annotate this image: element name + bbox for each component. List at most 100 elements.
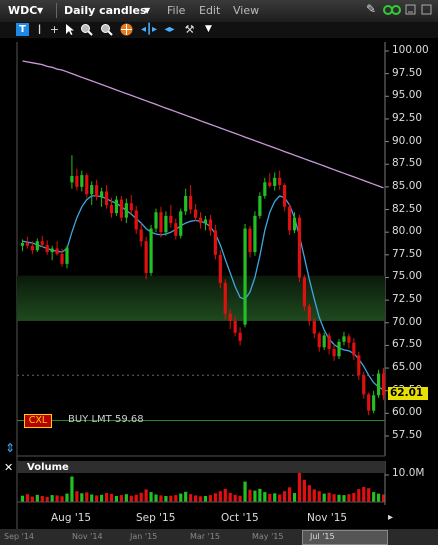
link-icon[interactable] xyxy=(383,4,401,19)
minimize-icon[interactable] xyxy=(405,4,416,18)
volume-bar xyxy=(317,491,321,502)
y-tick-label: 57.50 xyxy=(392,429,423,441)
close-icon[interactable]: ✕ xyxy=(4,461,13,474)
volume-bar xyxy=(302,479,306,502)
toolbar-dropdown-icon[interactable]: ▼ xyxy=(202,23,215,36)
candle-body xyxy=(104,191,109,205)
moving-average-line xyxy=(22,60,384,189)
volume-tick: 10.0M xyxy=(392,467,425,479)
candle-body xyxy=(75,176,79,187)
candle-body xyxy=(159,212,163,233)
candle-body xyxy=(174,223,178,236)
candle-body xyxy=(357,355,361,376)
volume-bar xyxy=(169,495,173,502)
volume-bar xyxy=(203,496,208,502)
arrows-icon[interactable]: ◂▸ xyxy=(163,23,176,36)
candle-body xyxy=(60,253,64,264)
chart-toolbar: T ┃ + ◂┃▸ ◂▸ ⚒ ▼ xyxy=(0,22,438,38)
volume-bar xyxy=(189,494,193,502)
menu-view[interactable]: View xyxy=(233,4,259,17)
text-tool-icon[interactable]: T xyxy=(16,23,29,36)
maximize-icon[interactable] xyxy=(421,4,432,18)
volume-bar xyxy=(243,481,247,502)
candle-body xyxy=(119,199,123,218)
candle-body xyxy=(223,282,227,314)
volume-bar xyxy=(129,495,133,502)
scroll-right-icon[interactable]: ▸ xyxy=(388,512,393,523)
candle-body xyxy=(302,277,306,307)
cursor-icon[interactable] xyxy=(63,23,76,36)
candle-body xyxy=(213,230,217,255)
volume-bar xyxy=(312,489,316,502)
candle-body xyxy=(367,394,371,411)
tools-icon[interactable]: ⚒ xyxy=(183,23,196,36)
candle-body xyxy=(35,241,39,251)
separator-icon: ┃ xyxy=(37,25,42,34)
volume-bar xyxy=(30,496,34,502)
candle-body xyxy=(109,205,114,214)
menu-edit[interactable]: Edit xyxy=(199,4,220,17)
volume-bar xyxy=(114,496,119,502)
split-icon[interactable]: ◂┃▸ xyxy=(141,23,157,36)
candle-body xyxy=(243,228,247,325)
volume-bar xyxy=(268,493,272,502)
volume-bar xyxy=(258,488,262,502)
zoom-in-icon[interactable] xyxy=(80,23,93,36)
volume-bar xyxy=(218,491,222,502)
volume-bar xyxy=(213,493,217,502)
symbol-dropdown-icon[interactable]: ▼ xyxy=(37,6,43,15)
volume-bar xyxy=(164,496,168,502)
volume-bar xyxy=(139,492,143,502)
candle-body xyxy=(376,373,381,396)
volume-bar xyxy=(253,490,257,502)
y-tick-label: 75.00 xyxy=(392,270,423,283)
candle-body xyxy=(25,243,30,246)
volume-bar xyxy=(35,494,39,502)
volume-bar xyxy=(347,494,351,502)
volume-bar xyxy=(90,494,94,502)
chart-type-selector[interactable]: Daily candles xyxy=(64,4,147,17)
candle-body xyxy=(238,332,242,341)
crosshair-icon[interactable] xyxy=(120,23,133,36)
y-tick-label: 95.00 xyxy=(392,89,423,102)
volume-label: Volume xyxy=(27,462,69,473)
volume-bar xyxy=(25,494,30,502)
volume-bar xyxy=(70,476,74,502)
volume-bar xyxy=(367,488,371,502)
volume-bar xyxy=(248,489,252,502)
volume-bar xyxy=(292,493,297,502)
y-tick-label: 67.50 xyxy=(392,338,423,351)
y-tick-label: 65.00 xyxy=(392,361,423,374)
candle-body xyxy=(273,177,277,186)
symbol-field[interactable]: WDC xyxy=(8,4,37,17)
menu-file[interactable]: File xyxy=(167,4,185,17)
wrench-icon[interactable]: ✎ xyxy=(366,2,376,16)
candle-body xyxy=(114,199,119,214)
volume-bar xyxy=(263,492,267,502)
volume-bar xyxy=(198,496,203,502)
volume-bar xyxy=(357,489,361,502)
scroll-handle-icon[interactable]: ⇕ xyxy=(5,441,15,455)
x-tick-nov: Nov '15 xyxy=(307,512,348,524)
candle-body xyxy=(40,241,44,245)
candle-body xyxy=(95,185,99,197)
zoom-out-icon[interactable] xyxy=(100,23,113,36)
chart-type-dropdown-icon[interactable]: ▼ xyxy=(144,6,150,15)
volume-bar xyxy=(119,495,123,502)
volume-bar xyxy=(65,493,69,502)
volume-bar xyxy=(283,491,287,502)
volume-bar xyxy=(85,492,89,502)
volume-bar xyxy=(149,492,153,502)
volume-bar xyxy=(278,494,282,502)
volume-bar xyxy=(233,494,237,502)
plus-icon[interactable]: + xyxy=(48,23,61,36)
cancel-order-button[interactable]: CXL xyxy=(24,414,52,428)
y-tick-label: 72.50 xyxy=(392,293,423,306)
candle-body xyxy=(189,195,193,210)
volume-bar xyxy=(273,493,277,502)
volume-bar xyxy=(159,495,163,502)
candle-body xyxy=(80,175,84,187)
volume-bar xyxy=(208,495,213,502)
volume-bar xyxy=(287,487,292,502)
volume-bar xyxy=(362,487,366,502)
